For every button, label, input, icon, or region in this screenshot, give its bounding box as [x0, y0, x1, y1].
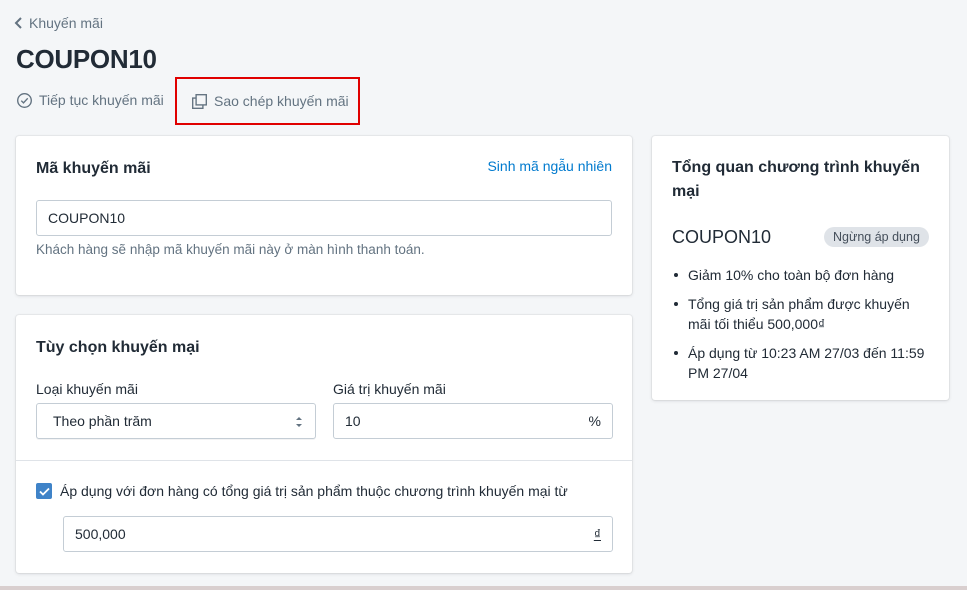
promo-type-label: Loại khuyến mãi: [36, 381, 138, 397]
back-link-label: Khuyến mãi: [29, 15, 103, 31]
checkmark-icon: [38, 487, 50, 496]
resume-promotion-label: Tiếp tục khuyến mãi: [39, 92, 164, 108]
bottom-edge: [0, 586, 967, 590]
min-order-value-text: 500,000: [75, 526, 126, 542]
summary-list: Giảm 10% cho toàn bộ đơn hàng Tổng giá t…: [672, 265, 934, 392]
check-circle-icon: [17, 92, 32, 108]
copy-promotion-label: Sao chép khuyến mãi: [214, 93, 349, 109]
page-title: COUPON10: [16, 44, 157, 74]
status-badge: Ngừng áp dụng: [824, 227, 929, 247]
promo-type-select[interactable]: Theo phần trăm: [36, 403, 316, 439]
header-actions: Tiếp tục khuyến mãi Sao chép khuyến mãi: [16, 77, 360, 125]
summary-item: Giảm 10% cho toàn bộ đơn hàng: [672, 265, 934, 285]
promo-summary-card: Tổng quan chương trình khuyến mại COUPON…: [652, 136, 949, 400]
promo-code-input[interactable]: COUPON10: [36, 200, 612, 236]
summary-code: COUPON10: [672, 227, 772, 247]
summary-title: Tổng quan chương trình khuyến mại: [672, 159, 920, 200]
duplicate-icon: [192, 93, 207, 109]
promo-code-title: Mã khuyến mãi: [36, 160, 151, 177]
promo-options-title: Tùy chọn khuyến mại: [36, 339, 200, 356]
percent-suffix: %: [588, 413, 601, 429]
resume-promotion-button[interactable]: Tiếp tục khuyến mãi: [16, 88, 164, 112]
section-divider: [16, 460, 632, 461]
promo-value-text: 10: [345, 413, 361, 429]
promo-value-input[interactable]: 10 %: [333, 403, 613, 439]
promo-code-help-text: Khách hàng sẽ nhập mã khuyến mãi này ở m…: [36, 242, 425, 257]
min-order-checkbox[interactable]: [36, 483, 52, 499]
chevron-left-icon: [14, 17, 22, 29]
currency-suffix: ₫: [593, 526, 601, 542]
min-order-value-input[interactable]: 500,000 ₫: [63, 516, 613, 552]
back-link[interactable]: Khuyến mãi: [14, 15, 103, 31]
min-order-checkbox-label: Áp dụng với đơn hàng có tổng giá trị sản…: [60, 483, 568, 499]
summary-item: Áp dụng từ 10:23 AM 27/03 đến 11:59 PM 2…: [672, 343, 934, 383]
select-arrows-icon: [296, 417, 302, 427]
generate-random-code-link[interactable]: Sinh mã ngẫu nhiên: [487, 158, 612, 174]
summary-item: Tổng giá trị sản phẩm được khuyến mãi tố…: [672, 294, 934, 334]
promo-value-label: Giá trị khuyến mãi: [333, 381, 446, 397]
promo-type-selected-value: Theo phần trăm: [53, 413, 152, 429]
promo-code-card: Mã khuyến mãi Sinh mã ngẫu nhiên COUPON1…: [16, 136, 632, 295]
copy-promotion-button[interactable]: Sao chép khuyến mãi: [175, 77, 360, 125]
promo-options-card: Tùy chọn khuyến mại Loại khuyến mãi Giá …: [16, 315, 632, 573]
